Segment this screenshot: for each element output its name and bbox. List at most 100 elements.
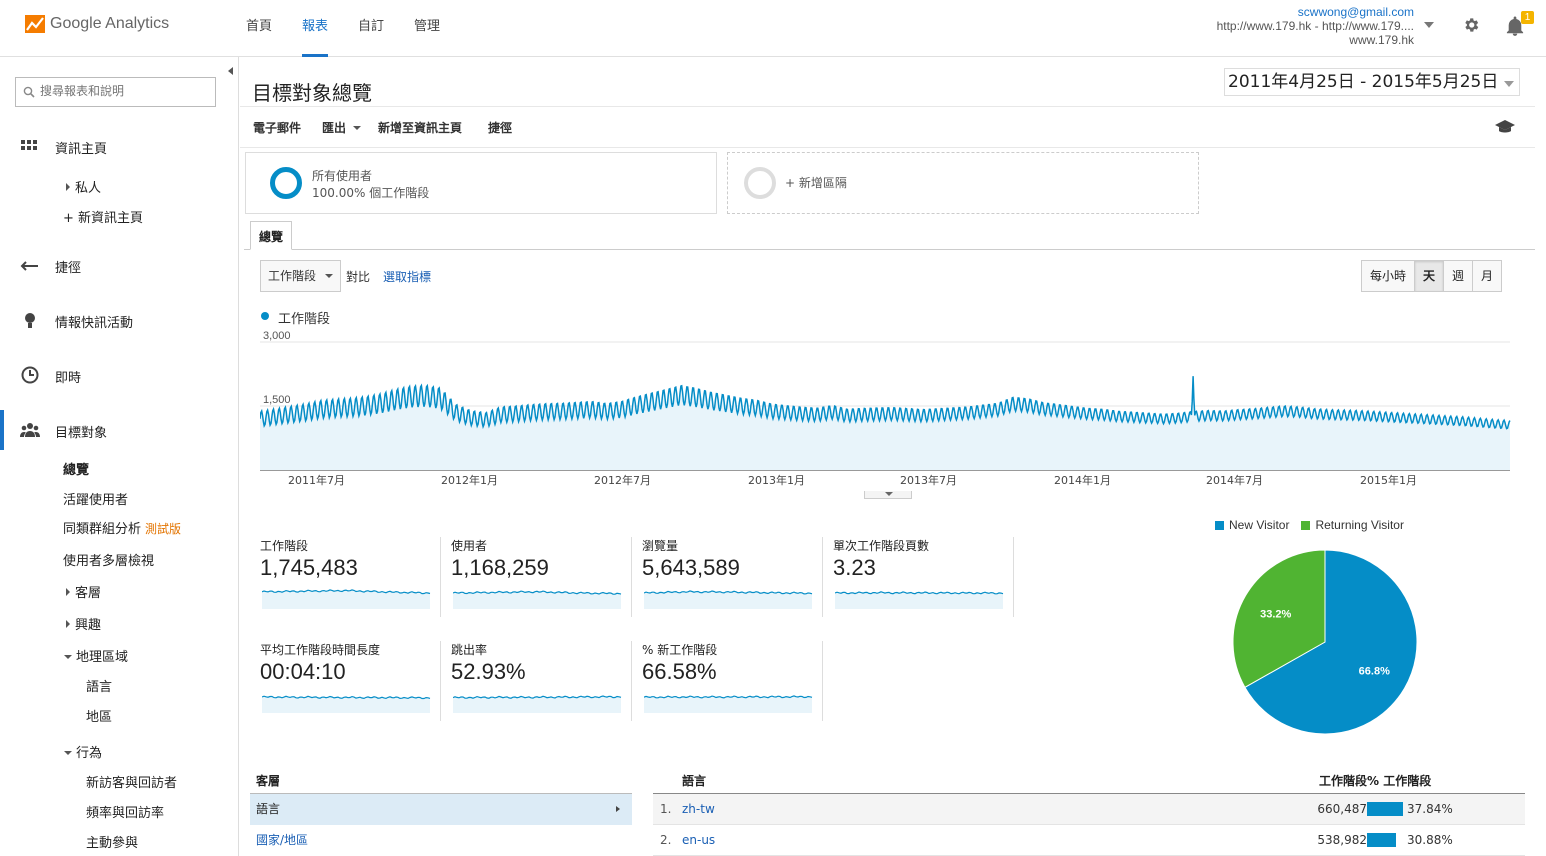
date-range-picker[interactable]: 2011年4月25日 - 2015年5月25日 xyxy=(1224,68,1520,96)
dimension-row-language[interactable]: 語言 xyxy=(250,794,632,825)
pie-slice-label: 66.8% xyxy=(1359,666,1390,678)
scorecard-value: 66.58% xyxy=(642,659,717,684)
sidebar-item-language[interactable]: 語言 xyxy=(86,676,112,695)
nav-customization[interactable]: 自訂 xyxy=(358,0,384,57)
metric-dropdown[interactable]: 工作階段 xyxy=(260,260,341,292)
email-button[interactable]: 電子郵件 xyxy=(253,119,301,136)
header-language: 語言 xyxy=(682,774,707,788)
gear-icon[interactable] xyxy=(1462,16,1480,34)
graduation-cap-icon[interactable] xyxy=(1494,119,1516,135)
add-segment[interactable]: + 新增區隔 xyxy=(727,152,1199,214)
sidebar-item-dashboards[interactable]: 資訊主頁 xyxy=(55,138,107,157)
sidebar-item-user-explorer[interactable]: 使用者多層檢視 xyxy=(63,550,154,569)
dimension-row-country[interactable]: 國家/地區 xyxy=(250,825,632,856)
share-bar xyxy=(1367,802,1403,816)
scorecard[interactable]: 平均工作階段時間長度 00:04:10 xyxy=(260,641,450,721)
vs-label: 對比 xyxy=(346,270,371,284)
sidebar-item-engagement[interactable]: 主動參與 xyxy=(86,832,138,851)
y-tick-label: 3,000 xyxy=(263,330,291,342)
sidebar-item-private[interactable]: 私人 xyxy=(66,177,101,196)
clock-icon xyxy=(21,366,39,384)
nav-reports[interactable]: 報表 xyxy=(302,0,329,57)
add-segment-label: + 新增區隔 xyxy=(785,176,847,190)
chevron-down-icon xyxy=(353,126,362,130)
sidebar-item-active-users[interactable]: 活躍使用者 xyxy=(63,489,128,508)
dimension-table-header: 客層 xyxy=(250,770,632,794)
chart-expander[interactable] xyxy=(864,491,912,499)
sidebar-item-label: 行為 xyxy=(76,746,103,761)
analytics-logo-icon xyxy=(25,15,45,33)
scorecard[interactable]: 單次工作階段頁數 3.23 xyxy=(833,537,1023,617)
account-view: www.179.hk xyxy=(1349,33,1414,47)
export-button[interactable]: 匯出 xyxy=(322,119,365,136)
granularity-day[interactable]: 天 xyxy=(1415,261,1445,291)
x-tick-label: 2011年7月 xyxy=(288,473,345,487)
legend-label: Returning Visitor xyxy=(1315,518,1404,532)
nav-admin[interactable]: 管理 xyxy=(414,0,440,57)
scorecard-divider xyxy=(1013,537,1014,617)
sidebar-item-overview[interactable]: 總覽 xyxy=(63,459,89,478)
language-link[interactable]: en-us xyxy=(682,825,715,855)
sidebar-item-geo[interactable]: 地理區域 xyxy=(64,646,128,665)
shortcut-arrow-icon xyxy=(20,261,38,271)
export-label: 匯出 xyxy=(322,121,347,135)
scorecard-divider xyxy=(631,641,632,721)
nav-home[interactable]: 首頁 xyxy=(246,0,272,57)
segment-name: 所有使用者 xyxy=(312,169,373,183)
sidebar-item-label: 興趣 xyxy=(75,618,102,633)
sidebar-item-new-vs-returning[interactable]: 新訪客與回訪者 xyxy=(86,772,177,791)
add-to-dashboard-button[interactable]: 新增至資訊主頁 xyxy=(378,119,462,136)
granularity-month[interactable]: 月 xyxy=(1473,261,1502,291)
x-tick-label: 2014年7月 xyxy=(1206,473,1263,487)
dimension-label: 語言 xyxy=(256,802,281,816)
scorecard[interactable]: 使用者 1,168,259 xyxy=(451,537,641,617)
legend-swatch xyxy=(1301,520,1311,530)
sidebar-item-new-dashboard[interactable]: + 新資訊主頁 xyxy=(63,207,143,226)
sidebar-item-audience[interactable]: 目標對象 xyxy=(55,422,107,441)
segment-ring-icon xyxy=(270,167,302,199)
scorecard[interactable]: % 新工作階段 66.58% xyxy=(642,641,832,721)
account-property: http://www.179.hk - http://www.179.... xyxy=(1216,19,1414,33)
sidebar-item-behavior[interactable]: 行為 xyxy=(64,742,102,761)
account-dropdown-icon[interactable] xyxy=(1424,22,1434,28)
pie-legend: New Visitor Returning Visitor xyxy=(1215,518,1416,532)
scorecard-sparkline xyxy=(262,589,431,609)
granularity-week[interactable]: 週 xyxy=(1444,261,1474,291)
search-input[interactable] xyxy=(40,78,210,104)
sidebar-item-frequency[interactable]: 頻率與回訪率 xyxy=(86,802,164,821)
sidebar-item-interests[interactable]: 興趣 xyxy=(66,614,101,633)
shortcut-button[interactable]: 捷徑 xyxy=(488,119,512,136)
legend-label: New Visitor xyxy=(1229,518,1290,532)
sidebar-item-location[interactable]: 地區 xyxy=(86,706,112,725)
sidebar-item-cohort[interactable]: 同類群組分析 測試版 xyxy=(63,518,181,537)
scorecard-value: 5,643,589 xyxy=(642,555,740,580)
scorecard[interactable]: 跳出率 52.93% xyxy=(451,641,641,721)
search-box[interactable] xyxy=(15,77,216,107)
visitor-pie-chart[interactable]: 66.8% 33.2% xyxy=(1230,547,1420,737)
scorecard[interactable]: 瀏覽量 5,643,589 xyxy=(642,537,832,617)
collapse-sidebar-icon[interactable] xyxy=(228,67,233,75)
tab-overview[interactable]: 總覽 xyxy=(250,221,293,250)
select-metric-link[interactable]: 選取指標 xyxy=(383,268,431,285)
header-sessions: 工作階段 xyxy=(1318,774,1367,788)
scorecard-metric-name: 單次工作階段頁數 xyxy=(833,539,930,553)
language-link[interactable]: zh-tw xyxy=(682,794,715,824)
scorecard-value: 1,745,483 xyxy=(260,555,358,580)
sidebar-item-label: 私人 xyxy=(75,181,102,196)
segment-all-users[interactable]: 所有使用者 100.00% 個工作階段 xyxy=(245,152,717,214)
scorecard-metric-name: 使用者 xyxy=(451,539,488,553)
sidebar-item-demographics[interactable]: 客層 xyxy=(66,582,101,601)
sidebar-item-realtime[interactable]: 即時 xyxy=(55,367,81,386)
share-bar xyxy=(1367,833,1396,847)
scorecard[interactable]: 工作階段 1,745,483 xyxy=(260,537,450,617)
chevron-down-icon xyxy=(1504,81,1514,87)
ga-logo[interactable]: Google Analytics xyxy=(25,15,169,33)
sparkline-area xyxy=(644,695,812,713)
sidebar-item-shortcuts[interactable]: 捷徑 xyxy=(55,257,81,276)
sessions-line-chart[interactable]: 3,000 1,500 2011年7月 2012年1月 2012年7月 2013年1月 20… xyxy=(260,330,1515,488)
account-selector[interactable]: scwwong@gmail.com http://www.179.hk - ht… xyxy=(1217,5,1414,47)
granularity-hourly[interactable]: 每小時 xyxy=(1362,261,1416,291)
sidebar-item-intelligence[interactable]: 情報快訊活動 xyxy=(55,312,133,331)
pct-value: 30.88% xyxy=(1407,833,1453,847)
expand-icon xyxy=(66,183,70,191)
